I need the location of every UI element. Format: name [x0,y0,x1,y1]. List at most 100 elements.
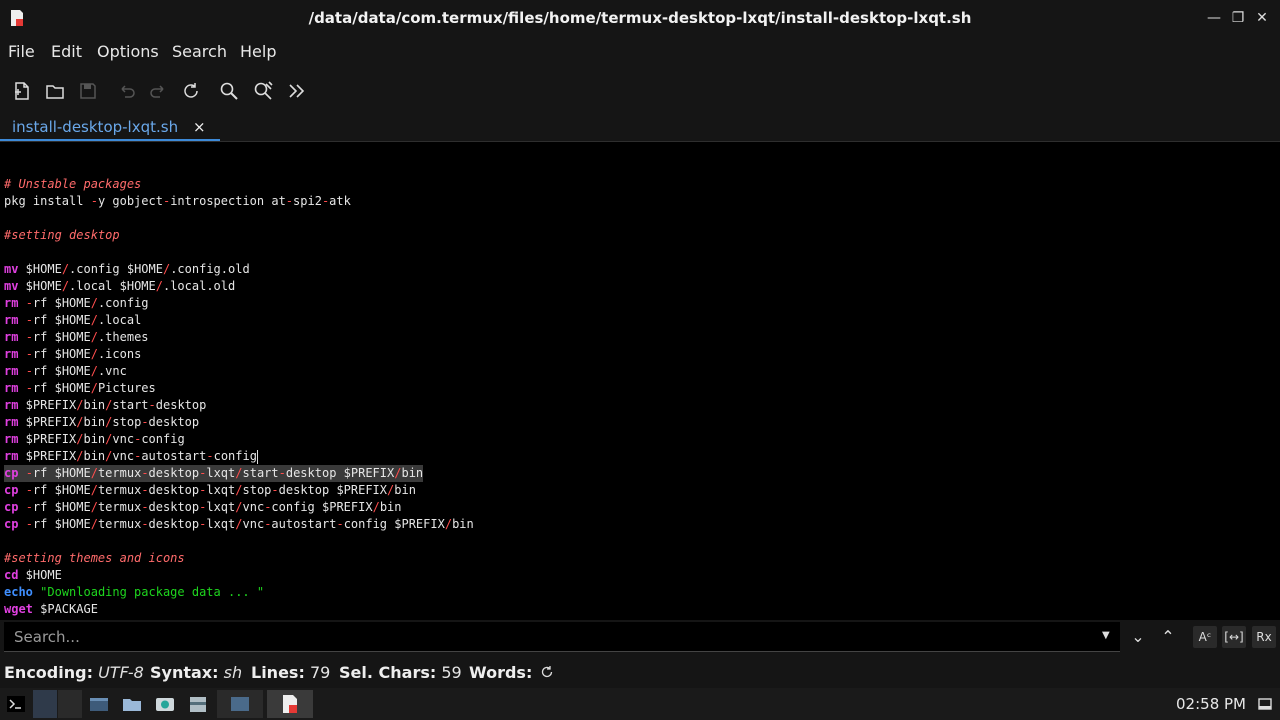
desktop-switcher-2[interactable] [58,690,82,718]
code-line-text: cp -rf $HOME/termux-desktop-lxqt/start-d… [4,465,424,482]
window-title: /data/data/com.termux/files/home/termux-… [308,9,972,27]
code-line-text: echo "Downloading package data ... " [4,585,265,599]
menu-help[interactable]: Help [240,42,276,61]
lines-status: Lines: 79 [251,663,331,682]
code-line: rm $PREFIX/bin/start-desktop [4,397,474,414]
code-text: # Unstable packages pkg install -y gobjec… [4,159,474,616]
screenshot-icon[interactable] [153,690,177,718]
toolbar [0,67,1280,115]
save-icon[interactable] [77,80,99,102]
tab-label: install-desktop-lxqt.sh [12,118,179,136]
code-line-text: rm -rf $HOME/.config [4,296,149,310]
code-line: # Unstable packages [4,176,474,193]
code-line: #setting desktop [4,227,474,244]
menu-edit[interactable]: Edit [51,42,82,61]
close-window-button[interactable]: ✕ [1253,9,1271,27]
more-chevron-icon[interactable] [286,80,308,102]
taskbar: 02:58 PM [0,688,1280,720]
refresh-word-count-icon[interactable] [540,665,554,679]
undo-icon[interactable] [115,80,137,102]
find-previous-button[interactable]: ⌃ [1156,626,1180,648]
match-case-button[interactable]: Aᶜ [1193,626,1217,648]
code-line-text: rm -rf $HOME/.vnc [4,364,127,378]
search-history-dropdown-icon[interactable]: ▼ [1102,630,1110,641]
code-line: rm -rf $HOME/.vnc [4,363,474,380]
regex-button[interactable]: Rx [1252,626,1276,648]
code-line: cp -rf $HOME/termux-desktop-lxqt/vnc-con… [4,499,474,516]
redo-icon[interactable] [148,80,170,102]
encoding-status: Encoding: UTF-8 [4,663,144,682]
code-line-text: #setting themes and icons [4,551,185,565]
code-editor[interactable]: # Unstable packages pkg install -y gobjec… [0,142,1280,616]
code-line: rm $PREFIX/bin/vnc-config [4,431,474,448]
archive-icon[interactable] [186,690,210,718]
search-input[interactable] [4,622,1120,652]
find-icon[interactable] [218,80,240,102]
code-line: wget $PACKAGE [4,601,474,616]
code-line: echo "Downloading package data ... " [4,584,474,601]
folder-icon[interactable] [120,690,144,718]
reload-icon[interactable] [180,80,202,102]
code-line-text: cp -rf $HOME/termux-desktop-lxqt/vnc-con… [4,500,402,514]
code-line: rm -rf $HOME/Pictures [4,380,474,397]
code-line: cp -rf $HOME/termux-desktop-lxqt/stop-de… [4,482,474,499]
taskbar-window-terminal[interactable] [217,690,263,718]
code-line: rm $PREFIX/bin/vnc-autostart-config [4,448,474,465]
whole-word-button[interactable]: [↔] [1222,626,1246,648]
new-document-icon[interactable] [11,80,33,102]
syntax-status: Syntax: sh [150,663,243,682]
code-line: cp -rf $HOME/termux-desktop-lxqt/vnc-aut… [4,516,474,533]
code-line: rm -rf $HOME/.config [4,295,474,312]
code-line-text: rm $PREFIX/bin/start-desktop [4,398,207,412]
file-manager-icon[interactable] [87,690,111,718]
code-line: #setting themes and icons [4,550,474,567]
code-line: cp -rf $HOME/termux-desktop-lxqt/start-d… [4,465,474,482]
code-line: pkg install -y gobject-introspection at-… [4,193,474,210]
code-line: rm $PREFIX/bin/stop-desktop [4,414,474,431]
code-line-text: cp -rf $HOME/termux-desktop-lxqt/vnc-aut… [4,517,474,531]
code-line-text: cp -rf $HOME/termux-desktop-lxqt/stop-de… [4,483,416,497]
minimize-button[interactable]: — [1205,9,1223,27]
code-line: cd $HOME [4,567,474,584]
code-line: rm -rf $HOME/.local [4,312,474,329]
desktop-switcher-1[interactable] [33,690,57,718]
status-bar: Encoding: UTF-8 Syntax: sh Lines: 79 Sel… [0,654,1280,688]
code-line: mv $HOME/.config $HOME/.config.old [4,261,474,278]
code-line-text: mv $HOME/.config $HOME/.config.old [4,262,250,276]
menu-file[interactable]: File [8,42,35,61]
code-line-text: rm -rf $HOME/Pictures [4,381,156,395]
search-bar: ▼ ⌄ ⌃ Aᶜ [↔] Rx [0,620,1280,654]
code-line-text: rm -rf $HOME/.local [4,313,142,327]
terminal-window-icon [231,697,249,711]
selected-chars-status: Sel. Chars: 59 [339,663,462,682]
code-line-text: #setting desktop [4,228,120,242]
code-line-text: wget $PACKAGE [4,602,98,616]
maximize-button[interactable]: ❐ [1229,9,1247,27]
code-line-text: # Unstable packages [4,177,142,191]
tab-install-desktop-lxqt[interactable]: install-desktop-lxqt.sh × [0,115,220,141]
code-line-text: pkg install -y gobject-introspection at-… [4,194,351,208]
clock: 02:58 PM [1176,695,1246,713]
menu-options[interactable]: Options [97,42,159,61]
words-status: Words: [469,663,533,682]
terminal-icon[interactable] [4,690,28,718]
open-folder-icon[interactable] [44,80,66,102]
text-cursor [256,449,258,464]
code-line-text: mv $HOME/.local $HOME/.local.old [4,279,236,293]
taskbar-window-editor[interactable] [267,690,313,718]
code-line: mv $HOME/.local $HOME/.local.old [4,278,474,295]
text-editor-window-icon [283,695,297,713]
find-next-button[interactable]: ⌄ [1126,626,1150,648]
menu-search[interactable]: Search [172,42,227,61]
code-line-text: rm -rf $HOME/.themes [4,330,149,344]
tab-close-button[interactable]: × [193,118,206,136]
show-desktop-icon[interactable] [1258,698,1272,710]
code-line: rm -rf $HOME/.themes [4,329,474,346]
find-replace-icon[interactable] [252,80,274,102]
code-line-text: rm $PREFIX/bin/vnc-autostart-config [4,449,258,464]
code-line: rm -rf $HOME/.icons [4,346,474,363]
